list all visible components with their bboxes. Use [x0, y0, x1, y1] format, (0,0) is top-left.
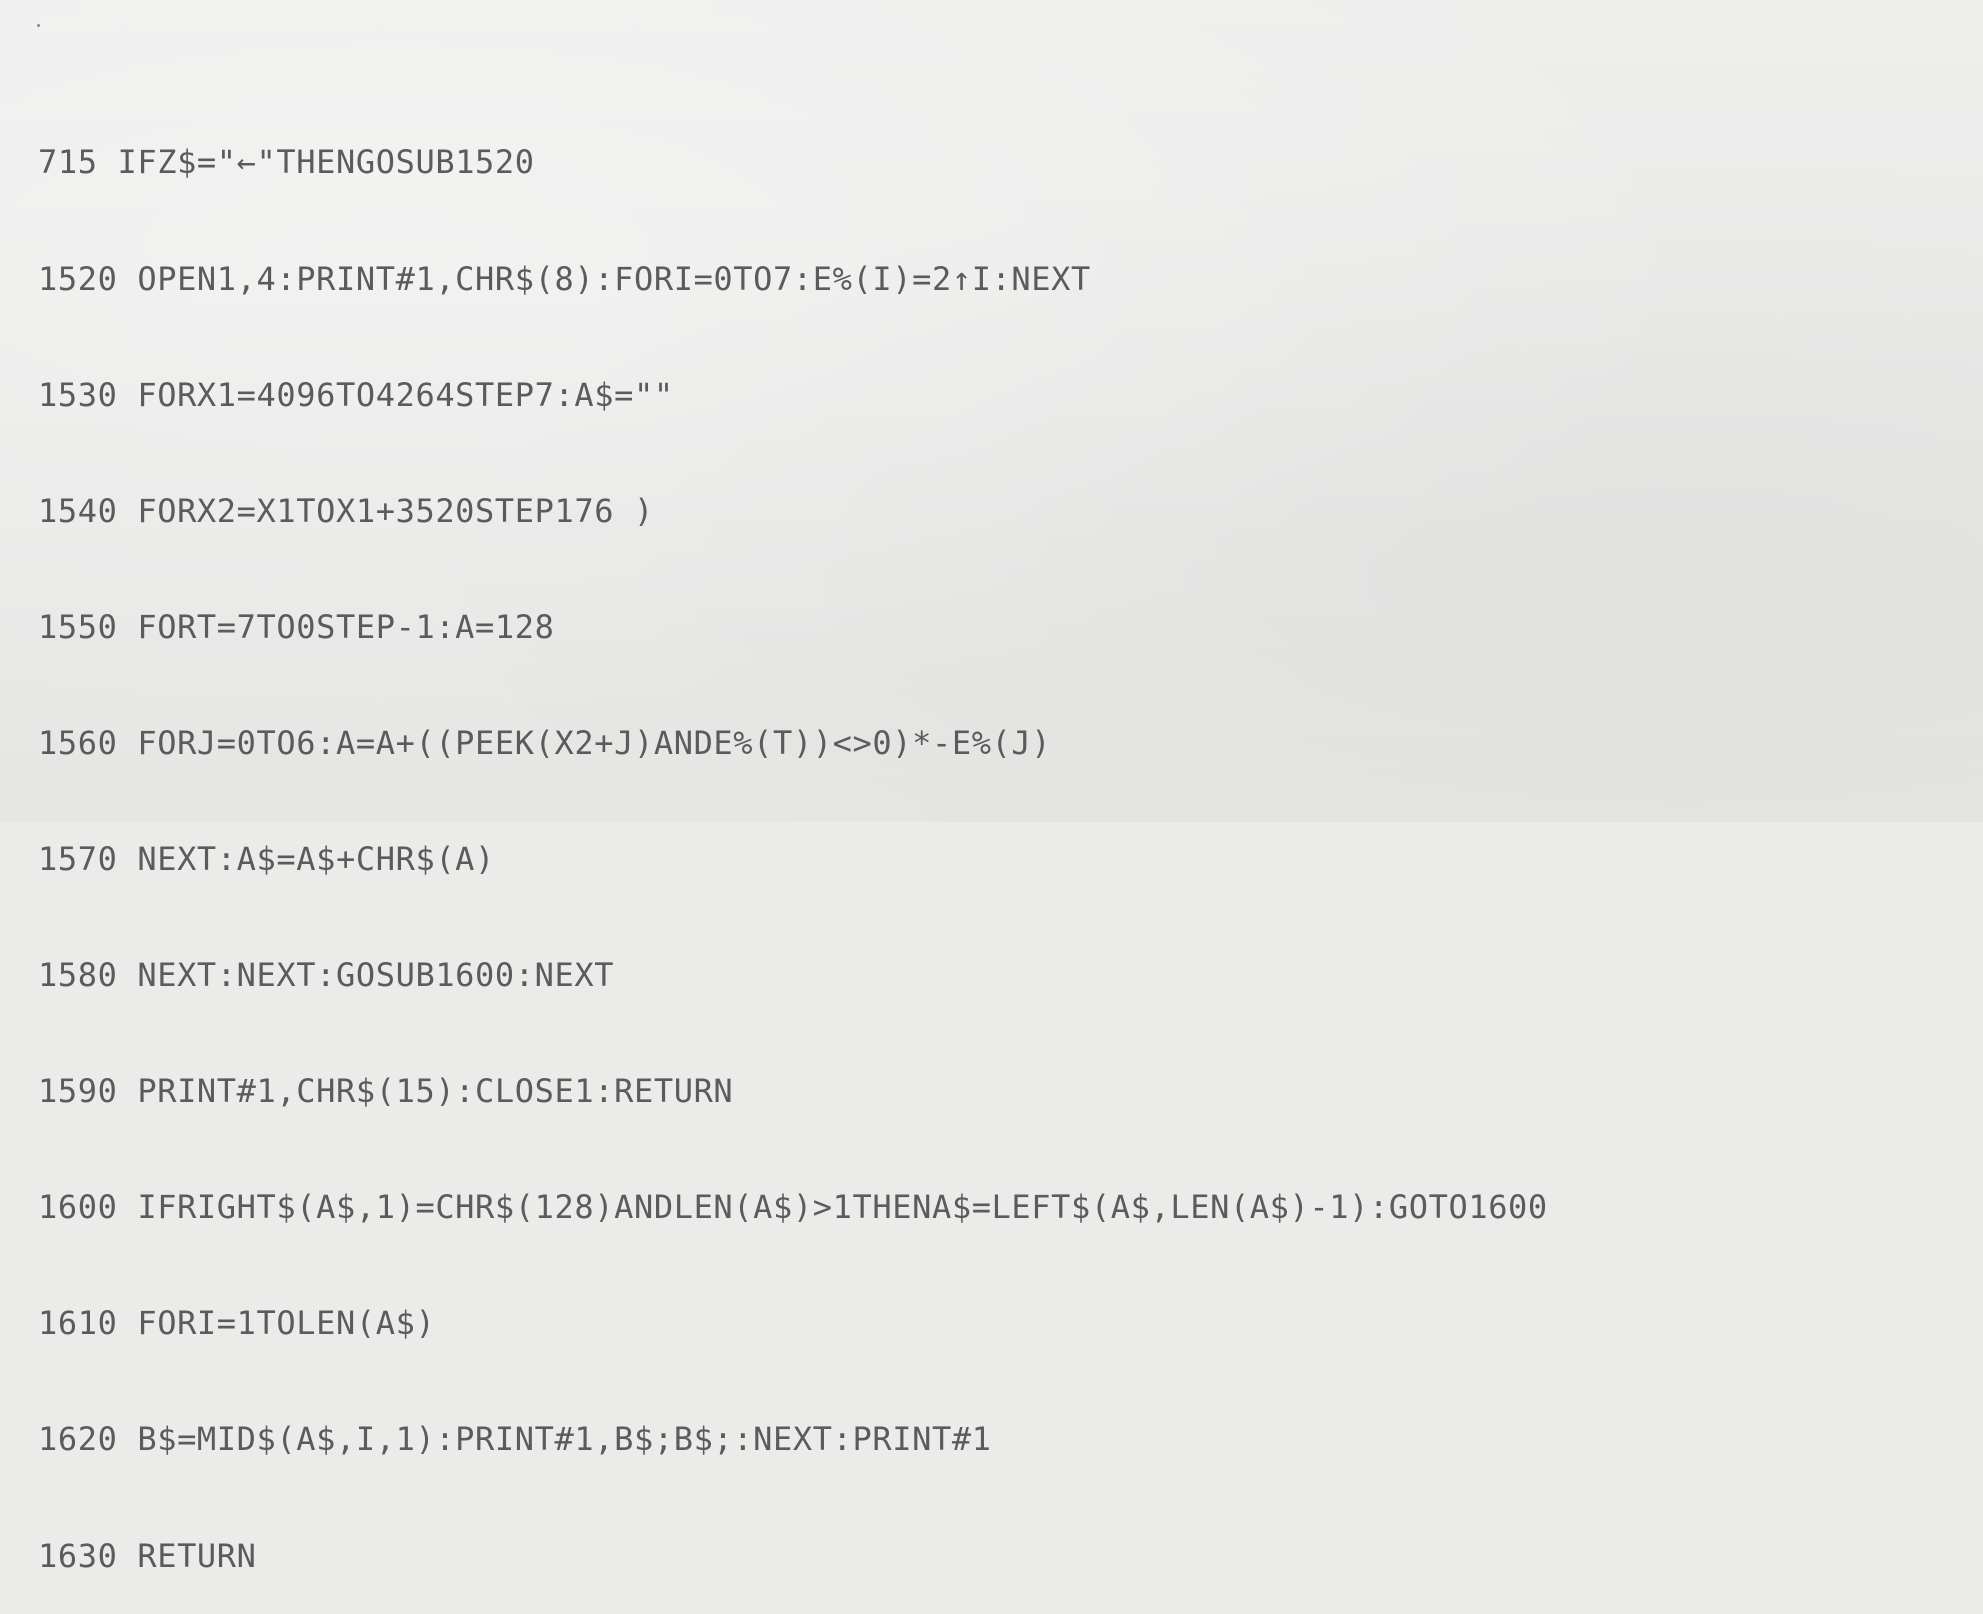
code-line: 1570 NEXT:A$=A$+CHR$(A) — [38, 840, 1548, 879]
code-statement: IFZ$="←"THENGOSUB1520 — [97, 143, 535, 182]
line-number: 1530 — [38, 375, 118, 414]
line-number: 1550 — [38, 607, 118, 646]
code-statement: B$=MID$(A$,I,1):PRINT#1,B$;B$;:NEXT:PRIN… — [117, 1420, 992, 1459]
code-line: 1590 PRINT#1,CHR$(15):CLOSE1:RETURN — [38, 1072, 1548, 1111]
code-line: 1550 FORT=7TO0STEP-1:A=128 — [38, 608, 1548, 647]
code-line: 1520 OPEN1,4:PRINT#1,CHR$(8):FORI=0TO7:E… — [38, 260, 1548, 299]
code-line: 1530 FORX1=4096TO4264STEP7:A$="" — [38, 376, 1548, 415]
code-line: 1600 IFRIGHT$(A$,1)=CHR$(128)ANDLEN(A$)>… — [38, 1188, 1548, 1227]
code-statement: PRINT#1,CHR$(15):CLOSE1:RETURN — [117, 1072, 734, 1111]
line-number: 715 — [38, 143, 98, 182]
line-number: 1540 — [38, 491, 118, 530]
line-number: 1620 — [38, 1420, 118, 1459]
code-line: 1560 FORJ=0TO6:A=A+((PEEK(X2+J)ANDE%(T))… — [38, 724, 1548, 763]
code-line: 1630 RETURN — [38, 1537, 1548, 1576]
code-statement: NEXT:A$=A$+CHR$(A) — [117, 839, 495, 878]
code-line: 1620 B$=MID$(A$,I,1):PRINT#1,B$;B$;:NEXT… — [38, 1420, 1548, 1459]
code-line: 1580 NEXT:NEXT:GOSUB1600:NEXT — [38, 956, 1548, 995]
code-statement: FORJ=0TO6:A=A+((PEEK(X2+J)ANDE%(T))<>0)*… — [117, 723, 1052, 762]
code-statement: FORX2=X1TOX1+3520STEP176 ) — [117, 491, 654, 530]
code-statement: FORI=1TOLEN(A$) — [117, 1304, 436, 1343]
line-number: 1610 — [38, 1304, 118, 1343]
line-number: 1580 — [38, 956, 118, 995]
code-statement: IFRIGHT$(A$,1)=CHR$(128)ANDLEN(A$)>1THEN… — [117, 1188, 1548, 1227]
code-statement: FORX1=4096TO4264STEP7:A$="" — [117, 375, 674, 414]
line-number: 1590 — [38, 1072, 118, 1111]
code-line: 1540 FORX2=X1TOX1+3520STEP176 ) — [38, 492, 1548, 531]
code-statement: OPEN1,4:PRINT#1,CHR$(8):FORI=0TO7:E%(I)=… — [117, 259, 1091, 298]
code-line: 715 IFZ$="←"THENGOSUB1520 — [38, 143, 1548, 182]
line-number: 1600 — [38, 1188, 118, 1227]
code-statement: NEXT:NEXT:GOSUB1600:NEXT — [117, 956, 615, 995]
line-number: 1630 — [38, 1536, 118, 1575]
code-line: 1610 FORI=1TOLEN(A$) — [38, 1304, 1548, 1343]
basic-program-listing: 715 IFZ$="←"THENGOSUB1520 1520 OPEN1,4:P… — [38, 66, 1548, 1614]
code-statement: FORT=7TO0STEP-1:A=128 — [117, 607, 555, 646]
line-number: 1560 — [38, 723, 118, 762]
code-statement: RETURN — [117, 1536, 257, 1575]
line-number: 1520 — [38, 259, 118, 298]
line-number: 1570 — [38, 839, 118, 878]
paper-speck — [37, 24, 40, 27]
